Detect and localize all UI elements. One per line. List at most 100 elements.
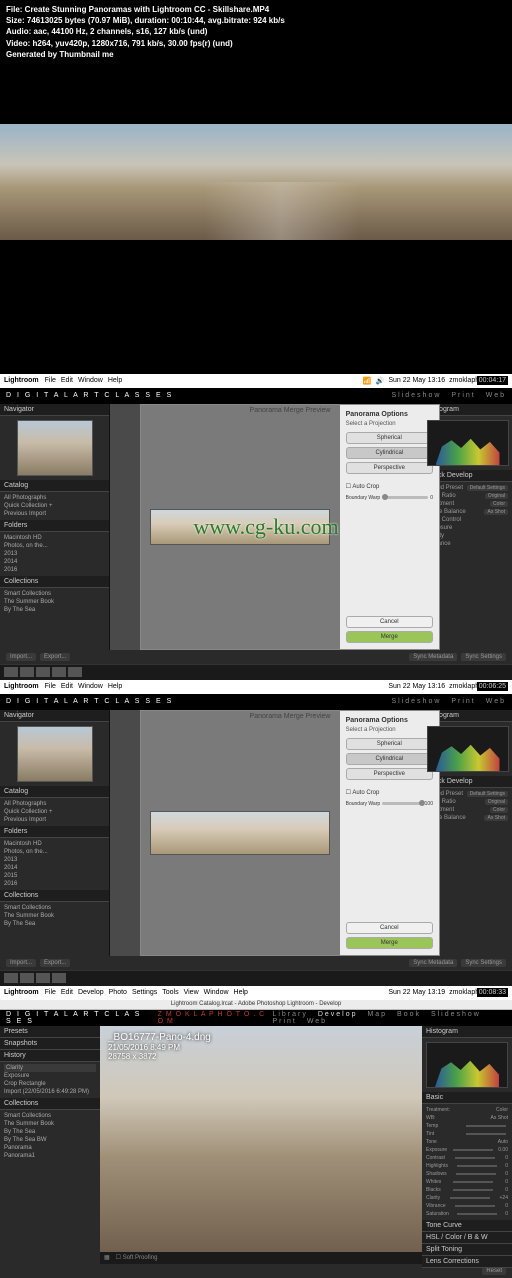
sync-meta-button[interactable]: Sync Metadata: [409, 653, 457, 661]
macos-menubar[interactable]: Lightroom File Edit Window Help Sun 22 M…: [0, 680, 512, 694]
catalog-head[interactable]: Catalog: [0, 480, 109, 492]
autocrop-checkbox[interactable]: ☐ Auto Crop: [346, 789, 433, 796]
histogram[interactable]: [426, 1042, 508, 1088]
menu-help[interactable]: Help: [108, 377, 122, 384]
navigator-thumbnail[interactable]: [17, 726, 93, 782]
projection-perspective[interactable]: Perspective: [346, 462, 433, 474]
nav-book[interactable]: Book: [397, 1011, 421, 1018]
cat-prev[interactable]: Previous Import: [4, 816, 105, 824]
filmstrip[interactable]: [0, 664, 512, 680]
folder-2016[interactable]: 2016: [4, 880, 105, 888]
nav-map[interactable]: Map: [367, 1011, 387, 1018]
qd-wb[interactable]: As Shot: [484, 509, 508, 515]
collections-head[interactable]: Collections: [0, 576, 109, 588]
hsl-head[interactable]: HSL / Color / B & W: [422, 1232, 512, 1244]
histogram[interactable]: [427, 420, 509, 466]
sync-meta-button[interactable]: Sync Metadata: [409, 959, 457, 967]
tone-curve-head[interactable]: Tone Curve: [422, 1220, 512, 1232]
menu-edit[interactable]: Edit: [61, 377, 73, 384]
coll-pano[interactable]: Panorama: [4, 1144, 96, 1152]
hist-clarity[interactable]: Clarity: [4, 1064, 96, 1072]
filmstrip-thumb[interactable]: [68, 667, 82, 677]
menu-photo[interactable]: Photo: [109, 989, 127, 996]
cat-prev[interactable]: Previous Import: [4, 510, 105, 518]
sys-date[interactable]: Sun 22 May 13:19: [388, 989, 445, 996]
volume-icon[interactable]: 🔊: [376, 377, 385, 385]
cancel-button[interactable]: Cancel: [346, 922, 433, 934]
folder-2014[interactable]: 2014: [4, 864, 105, 872]
split-head[interactable]: Split Toning: [422, 1244, 512, 1256]
menu-view[interactable]: View: [184, 989, 199, 996]
menu-file[interactable]: File: [45, 377, 56, 384]
import-button[interactable]: Import...: [6, 653, 36, 661]
filmstrip-thumb[interactable]: [52, 973, 66, 983]
app-name[interactable]: Lightroom: [4, 989, 39, 996]
filmstrip-thumb[interactable]: [52, 667, 66, 677]
projection-spherical[interactable]: Spherical: [346, 738, 433, 750]
filmstrip-thumb[interactable]: [36, 973, 50, 983]
module-nav[interactable]: Slideshow Print Web: [385, 392, 506, 399]
nav-print[interactable]: Print: [451, 698, 475, 705]
qd-crop[interactable]: Original: [485, 493, 508, 499]
catalog-head[interactable]: Catalog: [0, 786, 109, 798]
cat-quick[interactable]: Quick Collection +: [4, 502, 105, 510]
merge-button[interactable]: Merge: [346, 631, 433, 643]
filmstrip-thumb[interactable]: [20, 667, 34, 677]
window-tab[interactable]: Lightroom Catalog.lrcat - Adobe Photosho…: [0, 1000, 512, 1010]
develop-canvas[interactable]: _BO16777-Pano-4.dng 21/05/2016 8:49 PM 2…: [100, 1026, 422, 1264]
menu-file[interactable]: File: [45, 683, 56, 690]
menu-window[interactable]: Window: [78, 683, 103, 690]
export-button[interactable]: Export...: [40, 653, 70, 661]
histogram[interactable]: [427, 726, 509, 772]
menu-help[interactable]: Help: [234, 989, 248, 996]
menu-file[interactable]: File: [45, 989, 56, 996]
filmstrip[interactable]: [0, 970, 512, 986]
menu-help[interactable]: Help: [108, 683, 122, 690]
nav-print[interactable]: Print: [451, 392, 475, 399]
reset-button[interactable]: Reset: [482, 1267, 506, 1275]
collections-head[interactable]: Collections: [0, 1098, 100, 1110]
nav-print[interactable]: Print: [272, 1018, 296, 1025]
merge-button[interactable]: Merge: [346, 937, 433, 949]
sync-set-button[interactable]: Sync Settings: [461, 653, 506, 661]
folder-2013[interactable]: 2013: [4, 856, 105, 864]
sys-date[interactable]: Sun 22 May 13:16: [388, 683, 445, 690]
menu-settings[interactable]: Settings: [132, 989, 157, 996]
cat-all[interactable]: All Photographs: [4, 494, 105, 502]
boundary-slider[interactable]: [382, 496, 428, 499]
projection-spherical[interactable]: Spherical: [346, 432, 433, 444]
coll-summer[interactable]: The Summer Book: [4, 598, 105, 606]
history-head[interactable]: History: [0, 1050, 100, 1062]
hist-exposure[interactable]: Exposure: [4, 1072, 96, 1080]
coll-summer[interactable]: The Summer Book: [4, 912, 105, 920]
lens-head[interactable]: Lens Corrections: [422, 1256, 512, 1268]
menu-edit[interactable]: Edit: [61, 989, 73, 996]
macos-menubar[interactable]: Lightroom File Edit Develop Photo Settin…: [0, 986, 512, 1000]
coll-smart[interactable]: Smart Collections: [4, 1112, 96, 1120]
coll-summer[interactable]: The Summer Book: [4, 1120, 96, 1128]
nav-develop[interactable]: Develop: [318, 1011, 358, 1018]
filmstrip-thumb[interactable]: [20, 973, 34, 983]
menu-window[interactable]: Window: [78, 377, 103, 384]
projection-cylindrical[interactable]: Cylindrical: [346, 753, 433, 765]
snapshots-head[interactable]: Snapshots: [0, 1038, 100, 1050]
folder-2013[interactable]: 2013: [4, 550, 105, 558]
folders-head[interactable]: Folders: [0, 520, 109, 532]
folder-root[interactable]: Macintosh HD: [4, 534, 105, 542]
autocrop-checkbox[interactable]: ☐ Auto Crop: [346, 483, 433, 490]
menu-edit[interactable]: Edit: [61, 683, 73, 690]
nav-library[interactable]: Library: [272, 1011, 307, 1018]
projection-perspective[interactable]: Perspective: [346, 768, 433, 780]
nav-web[interactable]: Web: [307, 1018, 327, 1025]
histogram-head[interactable]: Histogram: [422, 1026, 512, 1038]
coll-pano1[interactable]: Panorama1: [4, 1152, 96, 1160]
qd-treat[interactable]: Color: [490, 501, 508, 507]
coll-smart[interactable]: Smart Collections: [4, 904, 105, 912]
sync-set-button[interactable]: Sync Settings: [461, 959, 506, 967]
filmstrip-thumb[interactable]: [4, 667, 18, 677]
cat-all[interactable]: All Photographs: [4, 800, 105, 808]
module-nav[interactable]: Slideshow Print Web: [385, 698, 506, 705]
navigator-head[interactable]: Navigator: [0, 404, 109, 416]
presets-head[interactable]: Presets: [0, 1026, 100, 1038]
folder-root[interactable]: Macintosh HD: [4, 840, 105, 848]
